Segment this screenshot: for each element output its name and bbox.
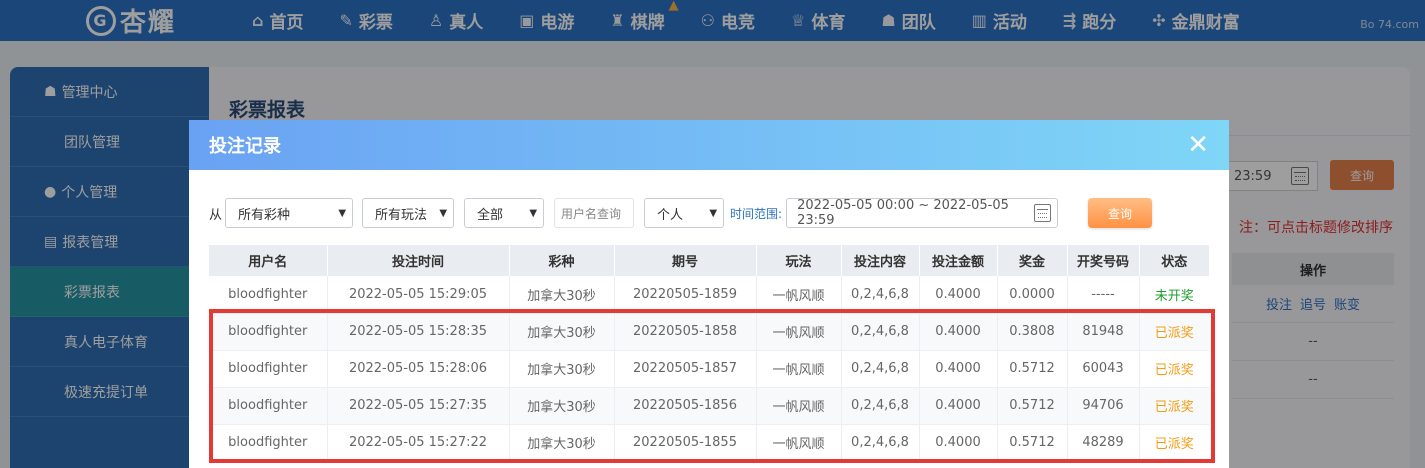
play-select-value: 所有玩法 [375,207,428,223]
cell-issue: 20220505-1859 [614,276,757,314]
cell-lottery: 加拿大30秒 [509,276,615,314]
cell-draw: ----- [1067,276,1140,314]
lottery-select-value: 所有彩种 [238,207,291,223]
cell-play: 一帆风顺 [756,276,842,314]
time-range-input[interactable]: 2022-05-05 00:00 ~ 2022-05-05 23:59 [786,198,1059,228]
cell-issue: 20220505-1857 [614,350,757,388]
cell-amount: 0.4000 [919,387,998,425]
cell-issue: 20220505-1856 [614,387,757,425]
time-range-value: 2022-05-05 00:00 ~ 2022-05-05 23:59 [797,198,1009,228]
filter-bar: 从 所有彩种 ▼ 所有玩法 ▼ 全部 ▼ 用户名查询 个人 ▼ 时间范围: 20… [209,198,1153,228]
person-select[interactable]: 个人 ▼ [644,198,725,228]
cell-draw: 48289 [1067,424,1140,462]
close-icon[interactable]: ✕ [1187,132,1209,158]
cell-user: bloodfighter [209,276,328,314]
scope-select[interactable]: 全部 ▼ [464,198,545,228]
cell-prize: 0.5712 [997,387,1068,425]
cell-play: 一帆风顺 [756,424,842,462]
cell-play: 一帆风顺 [756,350,842,388]
table-row[interactable]: bloodfighter 2022-05-05 15:29:05 加拿大30秒 202… [209,276,1209,314]
table-row[interactable]: bloodfighter 2022-05-05 15:28:06 加拿大30秒 202… [209,350,1209,388]
chevron-down-icon: ▼ [439,207,448,219]
cell-status: 未开奖 [1139,276,1209,314]
cell-time: 2022-05-05 15:27:35 [327,387,510,425]
cell-content: 0,2,4,6,8 [841,276,920,314]
cell-status: 已派奖 [1139,350,1209,388]
cell-time: 2022-05-05 15:28:06 [327,350,510,388]
cell-status: 已派奖 [1139,313,1209,351]
modal-title: 投注记录 [209,136,281,157]
column-header[interactable]: 彩种 [509,245,615,276]
column-header[interactable]: 投注金额 [919,245,998,276]
cell-time: 2022-05-05 15:27:22 [327,424,510,462]
cell-prize: 0.3808 [997,313,1068,351]
cell-amount: 0.4000 [919,350,998,388]
cell-play: 一帆风顺 [756,313,842,351]
cell-user: bloodfighter [209,313,328,351]
cell-play: 一帆风顺 [756,387,842,425]
cell-status: 已派奖 [1139,424,1209,462]
cell-prize: 0.5712 [997,424,1068,462]
cell-content: 0,2,4,6,8 [841,350,920,388]
cell-lottery: 加拿大30秒 [509,313,615,351]
bet-records-table: 用户名 投注时间 彩种 期号 玩法 投注内容 投注金额 奖金 开奖号码 状态 bloodfight… [209,245,1209,462]
cell-draw: 60043 [1067,350,1140,388]
cell-time: 2022-05-05 15:29:05 [327,276,510,314]
cell-issue: 20220505-1858 [614,313,757,351]
table-row[interactable]: bloodfighter 2022-05-05 15:27:35 加拿大30秒 202… [209,387,1209,425]
modal-header: 投注记录 ✕ [189,120,1229,170]
query-button[interactable]: 查询 [1088,198,1153,228]
cell-lottery: 加拿大30秒 [509,424,615,462]
cell-user: bloodfighter [209,387,328,425]
cell-content: 0,2,4,6,8 [841,424,920,462]
cell-lottery: 加拿大30秒 [509,350,615,388]
cell-prize: 0.5712 [997,350,1068,388]
person-select-value: 个人 [657,207,684,223]
calendar-icon [1034,204,1052,222]
chevron-down-icon: ▼ [529,207,538,219]
cell-draw: 81948 [1067,313,1140,351]
table-row[interactable]: bloodfighter 2022-05-05 15:28:35 加拿大30秒 202… [209,313,1209,351]
cell-amount: 0.4000 [919,424,998,462]
cell-user: bloodfighter [209,424,328,462]
cell-content: 0,2,4,6,8 [841,387,920,425]
cell-status: 已派奖 [1139,387,1209,425]
table-header-row: 用户名 投注时间 彩种 期号 玩法 投注内容 投注金额 奖金 开奖号码 状态 [209,245,1209,276]
column-header[interactable]: 期号 [614,245,757,276]
cell-draw: 94706 [1067,387,1140,425]
table-row[interactable]: bloodfighter 2022-05-05 15:27:22 加拿大30秒 202… [209,424,1209,462]
from-label: 从 [209,207,223,223]
cell-time: 2022-05-05 15:28:35 [327,313,510,351]
cell-amount: 0.4000 [919,313,998,351]
column-header[interactable]: 玩法 [756,245,842,276]
column-header[interactable]: 奖金 [997,245,1068,276]
play-select[interactable]: 所有玩法 ▼ [362,198,455,228]
column-header[interactable]: 开奖号码 [1067,245,1140,276]
time-range-label: 时间范围: [730,206,783,221]
cell-user: bloodfighter [209,350,328,388]
scope-select-value: 全部 [477,207,504,223]
username-search-input[interactable]: 用户名查询 [554,198,635,228]
cell-amount: 0.4000 [919,276,998,314]
column-header[interactable]: 状态 [1139,245,1209,276]
cell-issue: 20220505-1855 [614,424,757,462]
cell-lottery: 加拿大30秒 [509,387,615,425]
column-header[interactable]: 投注内容 [841,245,920,276]
chevron-down-icon: ▼ [338,207,347,219]
column-header[interactable]: 用户名 [209,245,328,276]
cell-prize: 0.0000 [997,276,1068,314]
lottery-select[interactable]: 所有彩种 ▼ [225,198,354,228]
chevron-down-icon: ▼ [709,207,718,219]
cell-content: 0,2,4,6,8 [841,313,920,351]
bet-records-modal: 投注记录 ✕ 从 所有彩种 ▼ 所有玩法 ▼ 全部 ▼ 用户名查询 个人 ▼ 时… [189,120,1229,468]
column-header[interactable]: 投注时间 [327,245,510,276]
